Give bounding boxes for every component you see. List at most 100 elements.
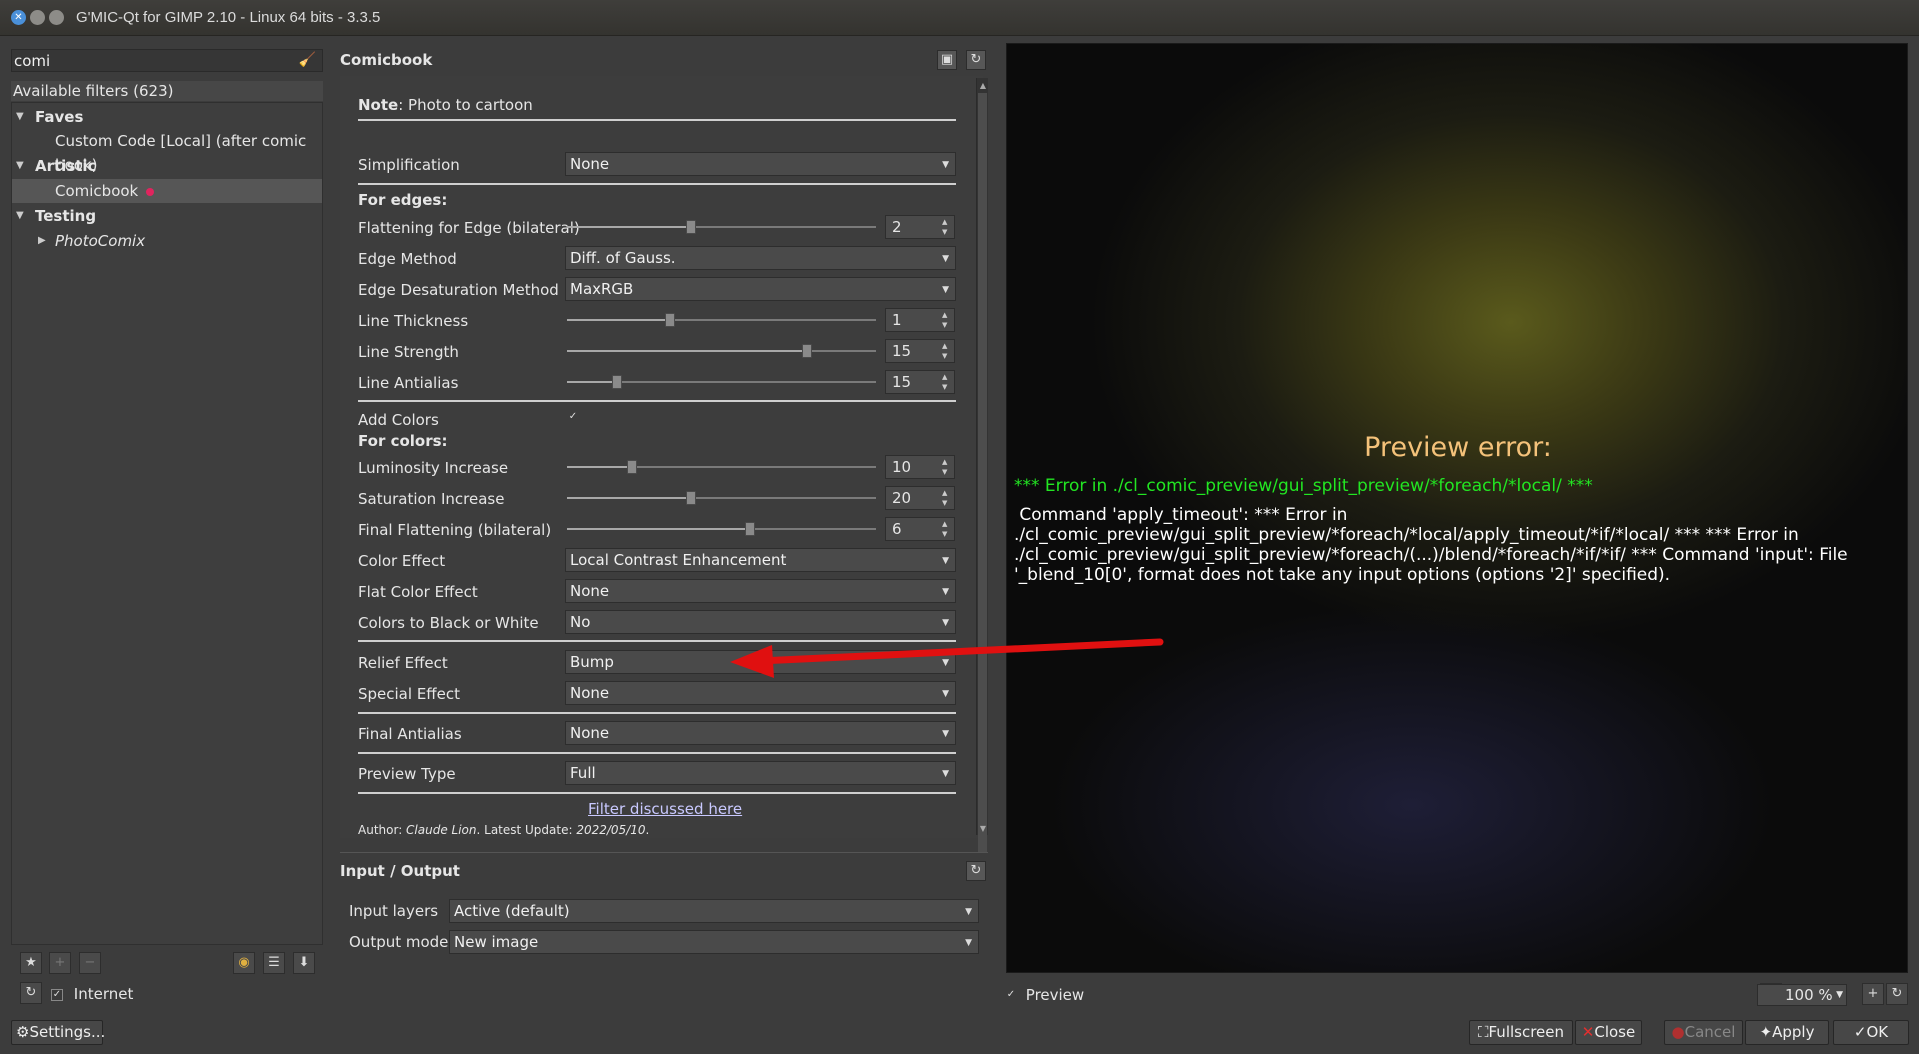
line-antialias-spinbox[interactable]: 15 ▲ ▼	[885, 370, 955, 394]
saturation-spinbox[interactable]: 20 ▲ ▼	[885, 486, 955, 510]
edge-desaturation-select[interactable]: MaxRGB ▼	[565, 277, 956, 301]
luminosity-spinbox[interactable]: 10 ▲ ▼	[885, 455, 955, 479]
slider-handle[interactable]	[686, 220, 696, 234]
line-thickness-slider[interactable]	[567, 313, 876, 327]
fullscreen-button[interactable]: ⛶Fullscreen	[1469, 1020, 1573, 1045]
separator	[358, 183, 956, 185]
zoom-in-icon[interactable]: +	[1862, 983, 1884, 1005]
internet-checkbox-row[interactable]: ✓ Internet	[51, 985, 133, 1003]
preview-error-message: Command 'apply_timeout': *** Error in ./…	[1014, 505, 1854, 585]
flattening-edge-spinbox[interactable]: 2 ▲ ▼	[885, 215, 955, 239]
splitter-handle[interactable]	[340, 852, 988, 853]
zoom-reset-icon[interactable]: ↻	[1886, 983, 1908, 1005]
filter-search-box[interactable]: 🧹	[11, 49, 323, 72]
scroll-down-icon[interactable]: ▼	[977, 823, 989, 835]
search-input[interactable]	[12, 50, 292, 71]
clear-search-icon[interactable]: 🧹	[299, 52, 316, 68]
output-mode-select[interactable]: New image ▼	[449, 930, 979, 954]
slider-handle[interactable]	[665, 313, 675, 327]
line-antialias-slider[interactable]	[567, 375, 876, 389]
expand-arrow-icon[interactable]: ▼	[16, 154, 24, 178]
spin-arrows-icon[interactable]: ▲ ▼	[942, 519, 952, 539]
expand-arrow-icon[interactable]: ▼	[16, 105, 24, 129]
preview-checkbox[interactable]: ✓	[1005, 989, 1017, 1002]
add-colors-checkbox[interactable]: ✓	[567, 412, 579, 424]
line-strength-spinbox[interactable]: 15 ▲ ▼	[885, 339, 955, 363]
cancel-button[interactable]: ●Cancel	[1664, 1020, 1743, 1045]
window-title: G'MIC-Qt for GIMP 2.10 - Linux 64 bits -…	[76, 9, 381, 26]
tree-item-comicbook[interactable]: Comicbook	[12, 179, 322, 203]
preview-checkbox-row[interactable]: ✓ Preview	[1005, 986, 1084, 1004]
final-flattening-slider[interactable]	[567, 522, 876, 536]
ok-button[interactable]: ✓OK	[1833, 1020, 1909, 1045]
slider-handle[interactable]	[686, 491, 696, 505]
colors-bw-select[interactable]: No ▼	[565, 610, 956, 634]
edge-method-select[interactable]: Diff. of Gauss. ▼	[565, 246, 956, 270]
visibility-icon[interactable]: ◉	[233, 952, 255, 974]
internet-checkbox[interactable]: ✓	[51, 988, 63, 1001]
saturation-slider[interactable]	[567, 491, 876, 505]
spin-arrows-icon[interactable]: ▲ ▼	[942, 310, 952, 330]
layout-toggle-icon[interactable]: ▣	[937, 50, 957, 70]
window-minimize-icon[interactable]	[30, 10, 45, 25]
param-flat-color: Flat Color Effect None ▼	[358, 579, 958, 603]
spin-arrows-icon[interactable]: ▲ ▼	[942, 341, 952, 361]
param-flattening-edge: Flattening for Edge (bilateral) 2 ▲ ▼	[358, 215, 958, 239]
tree-item-custom-code[interactable]: Custom Code [Local] (after comic book)	[12, 129, 322, 174]
scroll-up-icon[interactable]: ▲	[977, 80, 989, 92]
params-scrollbar[interactable]: ▲ ▼	[976, 78, 989, 853]
window-close-icon[interactable]: ✕	[11, 10, 26, 25]
spin-arrows-icon[interactable]: ▲ ▼	[942, 457, 952, 477]
window-maximize-icon[interactable]	[49, 10, 64, 25]
tree-folder-photocomix[interactable]: ▶ PhotoComix	[12, 229, 322, 253]
preview-type-select[interactable]: Full ▼	[565, 761, 956, 785]
settings-icon: ⚙	[16, 1023, 30, 1041]
refresh-internet-icon[interactable]: ↻	[20, 982, 42, 1004]
flat-color-select[interactable]: None ▼	[565, 579, 956, 603]
slider-handle[interactable]	[802, 344, 812, 358]
final-flattening-spinbox[interactable]: 6 ▲ ▼	[885, 517, 955, 541]
download-icon[interactable]: ⬇	[293, 952, 315, 974]
luminosity-slider[interactable]	[567, 460, 876, 474]
scroll-thumb[interactable]	[978, 93, 987, 853]
close-button[interactable]: ✕Close	[1575, 1020, 1642, 1045]
apply-button[interactable]: ✦Apply	[1745, 1020, 1829, 1045]
expand-arrow-icon[interactable]: ▼	[16, 204, 24, 228]
list-mode-icon[interactable]: ☰	[263, 952, 285, 974]
param-color-effect: Color Effect Local Contrast Enhancement ▼	[358, 548, 958, 572]
spin-arrows-icon[interactable]: ▲ ▼	[942, 217, 952, 237]
remove-fave-icon[interactable]: −	[79, 952, 101, 974]
final-antialias-select[interactable]: None ▼	[565, 721, 956, 745]
toggle-faves-icon[interactable]: ★	[20, 952, 42, 974]
tree-category-testing[interactable]: ▼ Testing	[12, 204, 322, 228]
color-effect-select[interactable]: Local Contrast Enhancement ▼	[565, 548, 956, 572]
fullscreen-icon: ⛶	[1477, 1023, 1489, 1041]
tree-category-artistic[interactable]: ▼ Artistic	[12, 154, 322, 178]
relief-select[interactable]: Bump ▼	[565, 650, 956, 674]
simplification-select[interactable]: None ▼	[565, 152, 956, 176]
input-layers-select[interactable]: Active (default) ▼	[449, 899, 979, 923]
zoom-level[interactable]: 100 % ▼	[1757, 984, 1847, 1006]
line-strength-slider[interactable]	[567, 344, 876, 358]
flattening-edge-slider[interactable]	[567, 220, 876, 234]
param-relief: Relief Effect Bump ▼	[358, 650, 958, 674]
dropdown-arrow-icon: ▼	[942, 285, 949, 295]
param-saturation: Saturation Increase 20 ▲ ▼	[358, 486, 958, 510]
reset-io-icon[interactable]: ↻	[966, 861, 986, 881]
slider-handle[interactable]	[612, 375, 622, 389]
add-fave-icon[interactable]: +	[49, 952, 71, 974]
dropdown-arrow-icon: ▼	[942, 618, 949, 628]
spin-arrows-icon[interactable]: ▲ ▼	[942, 372, 952, 392]
spin-arrows-icon[interactable]: ▲ ▼	[942, 488, 952, 508]
filter-discussion-link[interactable]: Filter discussed here	[588, 800, 742, 818]
tree-category-faves[interactable]: ▼ Faves	[12, 105, 322, 129]
reset-params-icon[interactable]: ↻	[966, 50, 986, 70]
collapsed-arrow-icon[interactable]: ▶	[38, 229, 46, 253]
slider-handle[interactable]	[745, 522, 755, 536]
special-select[interactable]: None ▼	[565, 681, 956, 705]
slider-handle[interactable]	[627, 460, 637, 474]
preview-area[interactable]: Preview error: *** Error in ./cl_comic_p…	[1006, 43, 1908, 973]
settings-button[interactable]: ⚙Settings...	[11, 1020, 105, 1045]
line-thickness-spinbox[interactable]: 1 ▲ ▼	[885, 308, 955, 332]
filter-tree[interactable]: ▼ Faves Custom Code [Local] (after comic…	[11, 102, 323, 945]
